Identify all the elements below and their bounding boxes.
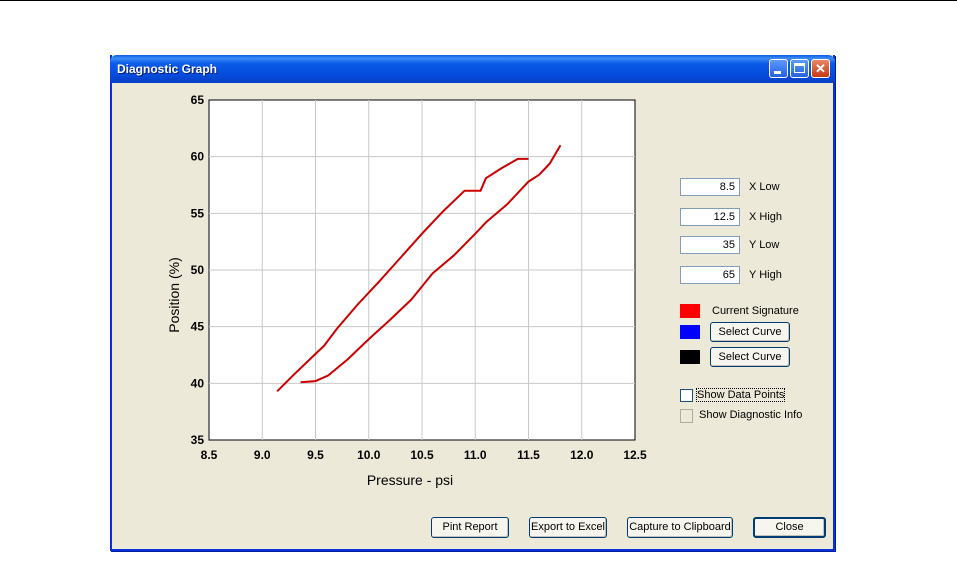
y-tick-label: 65 — [191, 93, 205, 107]
select-curve-blue-button[interactable]: Select Curve — [710, 322, 790, 342]
show-diagnostic-info-checkbox[interactable] — [680, 409, 693, 423]
y-tick-label: 45 — [191, 320, 205, 334]
y-axis-label: Position (%) — [166, 257, 182, 332]
current-signature-label: Current Signature — [712, 305, 799, 317]
diagnostic-graph-window: Diagnostic Graph ✕ 8.5 9.0 9.5 10.0 10.5 11.0… — [110, 55, 835, 551]
y-high-label: Y High — [749, 269, 782, 281]
close-button[interactable]: Close — [753, 517, 826, 538]
y-tick-label: 35 — [191, 433, 205, 447]
x-tick-label: 9.5 — [307, 448, 324, 462]
y-tick-label: 55 — [191, 206, 205, 220]
x-tick-label: 12.5 — [623, 448, 647, 462]
x-tick-label: 11.0 — [464, 448, 487, 462]
y-high-input[interactable]: 65 — [680, 266, 740, 284]
x-tick-label: 12.0 — [570, 448, 594, 462]
x-high-input[interactable]: 12.5 — [680, 208, 740, 226]
x-tick-label: 8.5 — [201, 448, 218, 462]
print-report-button[interactable]: Pint Report — [431, 517, 509, 538]
x-high-label: X High — [749, 211, 783, 223]
show-data-points-checkbox[interactable] — [680, 389, 693, 402]
x-low-label: X Low — [749, 181, 780, 193]
diagnostic-chart: 8.5 9.0 9.5 10.0 10.5 11.0 11.5 12.0 12.5 35 40 45 5… — [166, 93, 647, 488]
capture-to-clipboard-button[interactable]: Capture to Clipboard — [627, 517, 733, 538]
y-tick-label: 60 — [191, 150, 205, 164]
current-signature-swatch — [680, 304, 700, 318]
y-tick-label: 40 — [191, 376, 205, 390]
x-tick-label: 10.0 — [357, 448, 381, 462]
x-tick-label: 11.5 — [517, 448, 540, 462]
black-curve-swatch — [680, 350, 700, 364]
blue-curve-swatch — [680, 325, 700, 339]
show-diagnostic-info-label[interactable]: Show Diagnostic Info — [699, 409, 802, 421]
x-axis-label: Pressure - psi — [367, 472, 453, 488]
x-low-input[interactable]: 8.5 — [680, 178, 740, 196]
top-border-line — [0, 0, 957, 1]
y-low-label: Y Low — [749, 239, 780, 251]
show-data-points-label[interactable]: Show Data Points — [695, 388, 786, 402]
export-to-excel-button[interactable]: Export to Excel — [529, 517, 607, 538]
x-tick-label: 10.5 — [410, 448, 434, 462]
y-low-input[interactable]: 35 — [680, 236, 740, 254]
y-tick-label: 50 — [191, 263, 205, 277]
x-tick-label: 9.0 — [254, 448, 271, 462]
select-curve-black-button[interactable]: Select Curve — [710, 347, 790, 367]
